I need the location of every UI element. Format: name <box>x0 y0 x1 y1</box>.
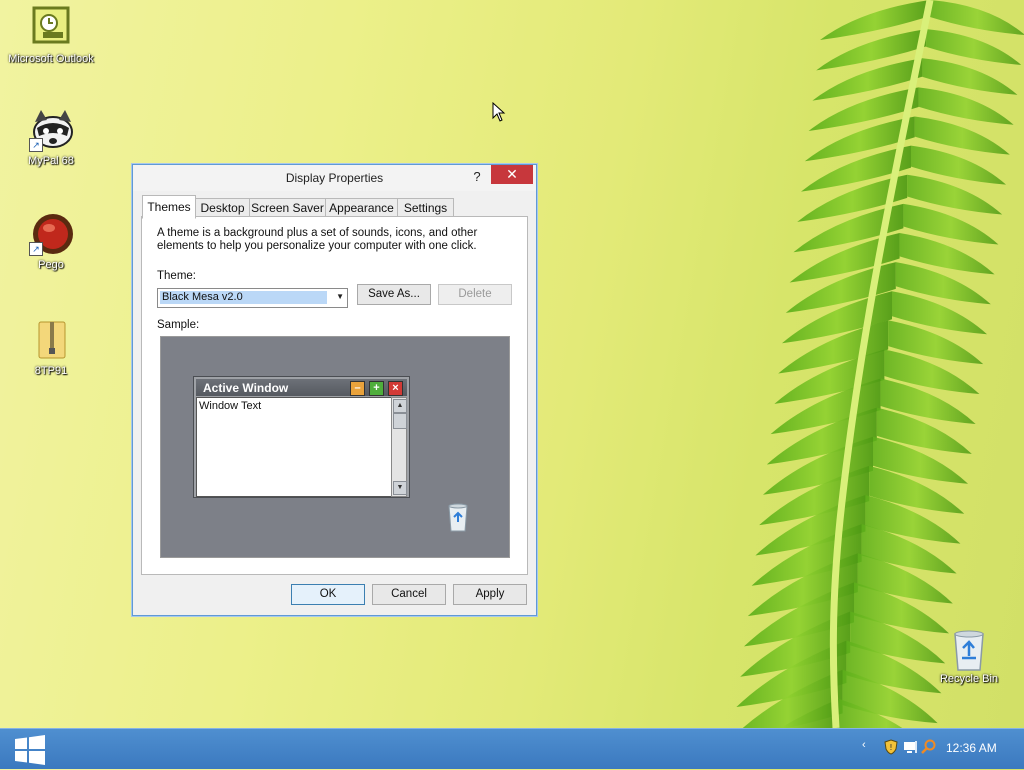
maximize-icon: + <box>369 381 384 396</box>
wallpaper-leaf <box>600 0 1024 728</box>
sample-window-titlebar: Active Window – + × <box>196 379 407 396</box>
themes-panel: A theme is a background plus a set of so… <box>141 216 528 575</box>
minimize-icon: – <box>350 381 365 396</box>
taskbar-clock[interactable]: 12:36 AM <box>946 741 997 755</box>
theme-description: A theme is a background plus a set of so… <box>157 227 478 252</box>
ok-button[interactable]: OK <box>291 584 365 605</box>
tab-appearance[interactable]: Appearance <box>325 198 398 218</box>
shortcut-arrow-icon: ↗ <box>29 138 43 152</box>
tab-themes[interactable]: Themes <box>142 195 196 219</box>
desktop-icon-8tp91[interactable]: 8TP91 <box>1 318 101 377</box>
desktop-icon-mypal[interactable]: ↗ MyPal 68 <box>1 108 101 167</box>
raccoon-icon: ↗ <box>29 108 73 152</box>
desktop-icon-outlook[interactable]: Microsoft Outlook <box>1 6 101 65</box>
shortcut-arrow-icon: ↗ <box>29 242 43 256</box>
close-icon: × <box>388 381 403 396</box>
desktop-icon-recycle-bin[interactable]: Recycle Bin <box>919 626 1019 685</box>
theme-dropdown[interactable]: Black Mesa v2.0 ▼ <box>157 288 348 308</box>
scroll-thumb <box>393 413 407 429</box>
sample-window-body: Window Text <box>196 397 392 497</box>
recycle-bin-icon <box>947 626 991 671</box>
desktop-icon-label: Recycle Bin <box>939 673 999 685</box>
desktop-icon-label: MyPal 68 <box>28 155 74 167</box>
network-icon[interactable] <box>902 739 918 755</box>
sample-window-title: Active Window <box>203 381 289 395</box>
shield-icon[interactable]: ! <box>883 739 899 755</box>
chevron-down-icon: ▼ <box>336 292 344 301</box>
recycle-bin-icon <box>445 501 471 533</box>
help-button[interactable]: ? <box>465 167 489 187</box>
desktop-icon-label: 8TP91 <box>34 365 68 377</box>
desktop-icon-pego[interactable]: ↗ Pego <box>1 212 101 271</box>
theme-label: Theme: <box>157 270 196 282</box>
start-button[interactable] <box>14 735 46 765</box>
desktop-icon-label: Microsoft Outlook <box>8 53 94 65</box>
mouse-cursor-icon <box>492 101 506 127</box>
tab-settings[interactable]: Settings <box>397 198 454 218</box>
tab-screen-saver[interactable]: Screen Saver <box>249 198 326 218</box>
title-bar[interactable]: Display Properties ? ✕ <box>133 165 536 191</box>
chevron-icon[interactable]: ‹ <box>862 739 878 755</box>
save-as-button[interactable]: Save As... <box>357 284 431 305</box>
sample-window-text: Window Text <box>199 400 262 412</box>
taskbar: ‹ ! 12:36 AM <box>0 728 1024 769</box>
zip-folder-icon <box>29 318 73 362</box>
windows-logo-icon <box>15 735 45 765</box>
sample-label: Sample: <box>157 319 200 331</box>
svg-text:!: ! <box>889 743 892 752</box>
display-properties-dialog: Display Properties ? ✕ Themes Desktop Sc… <box>132 164 537 616</box>
cancel-button[interactable]: Cancel <box>372 584 446 605</box>
tab-desktop[interactable]: Desktop <box>195 198 250 218</box>
search-icon[interactable] <box>921 739 937 755</box>
red-ball-icon: ↗ <box>29 212 73 256</box>
desktop-icon-label: Pego <box>38 259 64 271</box>
scroll-down-icon: ▼ <box>393 481 407 495</box>
sample-scrollbar: ▲ ▼ <box>391 397 407 497</box>
close-button[interactable]: ✕ <box>491 165 533 184</box>
sample-active-window: Active Window – + × Window Text ▲ ▼ <box>193 376 410 498</box>
apply-button[interactable]: Apply <box>453 584 527 605</box>
theme-sample-preview: Active Window – + × Window Text ▲ ▼ <box>160 336 510 558</box>
outlook-icon <box>29 6 73 50</box>
theme-dropdown-value: Black Mesa v2.0 <box>162 291 243 303</box>
scroll-up-icon: ▲ <box>393 399 407 413</box>
delete-button[interactable]: Delete <box>438 284 512 305</box>
